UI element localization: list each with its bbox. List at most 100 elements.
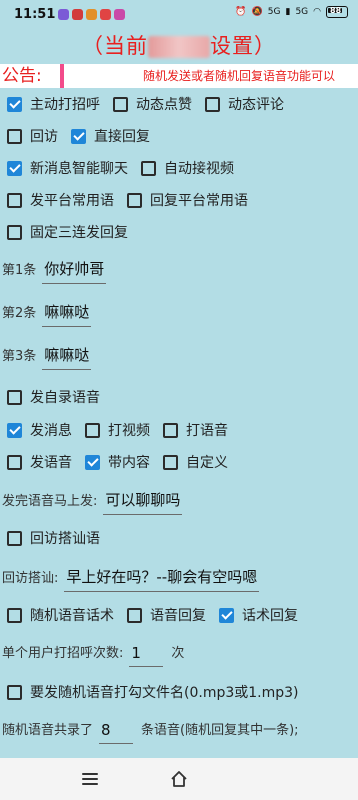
voice-call-checkbox[interactable]: 打语音: [163, 420, 228, 440]
options-row-6: 发自录语音: [0, 384, 358, 410]
options-row-9: 回访搭讪语: [0, 525, 358, 551]
message-2-row: 第2条 嘛嘛哒: [0, 297, 358, 327]
options-row-10: 随机语音话术 语音回复 话术回复: [0, 602, 358, 628]
checkbox-icon[interactable]: [7, 530, 22, 546]
notification-icons: [58, 9, 125, 20]
title-prefix: （当前: [82, 34, 148, 58]
revisit-chat-label: 回访搭讪:: [2, 571, 59, 586]
checkbox-icon[interactable]: [141, 160, 156, 176]
auto-video-checkbox[interactable]: 自动接视频: [141, 158, 234, 178]
notice-accent-bar: [60, 64, 64, 88]
checkbox-checked-icon[interactable]: [71, 128, 86, 144]
notice-text: 随机发送或者随机回复语音功能可以: [143, 69, 336, 83]
options-row-1: 主动打招呼 动态点赞 动态评论: [0, 91, 358, 117]
voice-total-input[interactable]: 8: [99, 721, 134, 744]
checkbox-icon[interactable]: [163, 454, 178, 470]
options-row-4: 发平台常用语 回复平台常用语: [0, 187, 358, 213]
checkbox-icon[interactable]: [163, 422, 178, 438]
with-content-checkbox[interactable]: 带内容: [85, 452, 150, 472]
options-row-2: 回访 直接回复: [0, 123, 358, 149]
comment-post-checkbox[interactable]: 动态评论: [205, 94, 284, 114]
menu-icon[interactable]: [82, 773, 98, 785]
checkbox-icon[interactable]: [85, 422, 100, 438]
app-notification-icon: [114, 9, 125, 20]
checkbox-icon[interactable]: [205, 96, 220, 112]
send-common-checkbox[interactable]: 发平台常用语: [7, 190, 114, 210]
options-row-3: 新消息智能聊天 自动接视频: [0, 155, 358, 181]
checkbox-icon[interactable]: [127, 607, 142, 623]
checkbox-checked-icon[interactable]: [7, 96, 22, 112]
revisit-chat-checkbox[interactable]: 回访搭讪语: [7, 528, 100, 548]
checkbox-checked-icon[interactable]: [219, 607, 234, 623]
direct-reply-checkbox[interactable]: 直接回复: [71, 126, 150, 146]
app-notification-icon: [72, 9, 83, 20]
checkbox-icon[interactable]: [7, 607, 22, 623]
app-notification-icon: [100, 9, 111, 20]
checkbox-checked-icon[interactable]: [85, 454, 100, 470]
revisit-checkbox[interactable]: 回访: [7, 126, 58, 146]
redacted-title-part: [148, 36, 210, 58]
revisit-chat-input[interactable]: 早上好在吗？--聊会有空吗嗯: [64, 566, 260, 592]
checkbox-checked-icon[interactable]: [7, 160, 22, 176]
send-own-voice-checkbox[interactable]: 发自录语音: [7, 387, 100, 407]
greet-count-unit: 次: [171, 646, 185, 661]
custom-checkbox[interactable]: 自定义: [163, 452, 228, 472]
greet-count-row: 单个用户打招呼次数: 1 次: [0, 637, 358, 667]
script-reply-checkbox[interactable]: 话术回复: [219, 605, 298, 625]
checkbox-icon[interactable]: [7, 128, 22, 144]
checkbox-icon[interactable]: [7, 224, 22, 240]
notice-marquee: 随机发送或者随机回复语音功能可以: [60, 64, 358, 88]
main-greet-checkbox[interactable]: 主动打招呼: [7, 94, 100, 114]
status-indicators: ⏰ 🔕 5G ▮ 5G ◠ 88: [235, 6, 348, 18]
checkbox-icon[interactable]: [113, 96, 128, 112]
status-time: 11:51: [14, 7, 56, 22]
voice-total-label: 随机语音共录了: [2, 723, 94, 738]
notice-label: 公告:: [0, 64, 62, 88]
smart-chat-checkbox[interactable]: 新消息智能聊天: [7, 158, 128, 178]
checkbox-icon[interactable]: [7, 389, 22, 405]
revisit-chat-row: 回访搭讪: 早上好在吗？--聊会有空吗嗯: [0, 562, 358, 592]
send-voice-checkbox[interactable]: 发语音: [7, 452, 72, 472]
signal-icon: ▮: [285, 7, 291, 17]
options-row-8: 发语音 带内容 自定义: [0, 449, 358, 475]
checkbox-checked-icon[interactable]: [7, 422, 22, 438]
voice-total-unit: 条语音(随机回复其中一条);: [141, 723, 299, 738]
wifi-icon: ◠: [313, 7, 321, 17]
message-3-input[interactable]: 嘛嘛哒: [42, 344, 92, 370]
options-row-7: 发消息 打视频 打语音: [0, 417, 358, 443]
fixed-triple-checkbox[interactable]: 固定三连发回复: [7, 222, 128, 242]
title-suffix: 设置）: [210, 34, 276, 58]
network-1-label: 5G: [267, 7, 281, 17]
message-1-label: 第1条: [2, 263, 37, 278]
checkbox-icon[interactable]: [127, 192, 142, 208]
greet-count-input[interactable]: 1: [129, 644, 164, 667]
battery-icon: 88: [326, 6, 348, 18]
system-nav-bar: [0, 758, 358, 800]
voice-reply-checkbox[interactable]: 语音回复: [127, 605, 206, 625]
checkbox-icon[interactable]: [7, 454, 22, 470]
network-2-label: 5G: [295, 7, 309, 17]
checkbox-icon[interactable]: [7, 192, 22, 208]
status-bar: 11:51 ⏰ 🔕 5G ▮ 5G ◠ 88: [0, 0, 358, 30]
message-3-label: 第3条: [2, 349, 37, 364]
after-voice-label: 发完语音马上发:: [2, 494, 98, 509]
mute-icon: 🔕: [251, 7, 263, 17]
after-voice-input[interactable]: 可以聊聊吗: [103, 489, 183, 515]
random-voice-file-checkbox[interactable]: 要发随机语音打勾文件名(0.mp3或1.mp3): [7, 682, 299, 702]
alarm-icon: ⏰: [235, 7, 247, 17]
like-post-checkbox[interactable]: 动态点赞: [113, 94, 192, 114]
message-3-row: 第3条 嘛嘛哒: [0, 340, 358, 370]
send-message-checkbox[interactable]: 发消息: [7, 420, 72, 440]
video-call-checkbox[interactable]: 打视频: [85, 420, 150, 440]
message-1-row: 第1条 你好帅哥: [0, 254, 358, 284]
reply-common-checkbox[interactable]: 回复平台常用语: [127, 190, 248, 210]
message-2-input[interactable]: 嘛嘛哒: [42, 301, 92, 327]
message-1-input[interactable]: 你好帅哥: [42, 258, 107, 284]
page-title: （当前 设置）: [0, 30, 358, 62]
greet-count-label: 单个用户打招呼次数:: [2, 646, 124, 661]
home-icon[interactable]: [170, 770, 188, 788]
message-2-label: 第2条: [2, 306, 37, 321]
voice-total-row: 随机语音共录了 8 条语音(随机回复其中一条);: [0, 714, 358, 744]
random-voice-script-checkbox[interactable]: 随机语音话术: [7, 605, 114, 625]
checkbox-icon[interactable]: [7, 684, 22, 700]
